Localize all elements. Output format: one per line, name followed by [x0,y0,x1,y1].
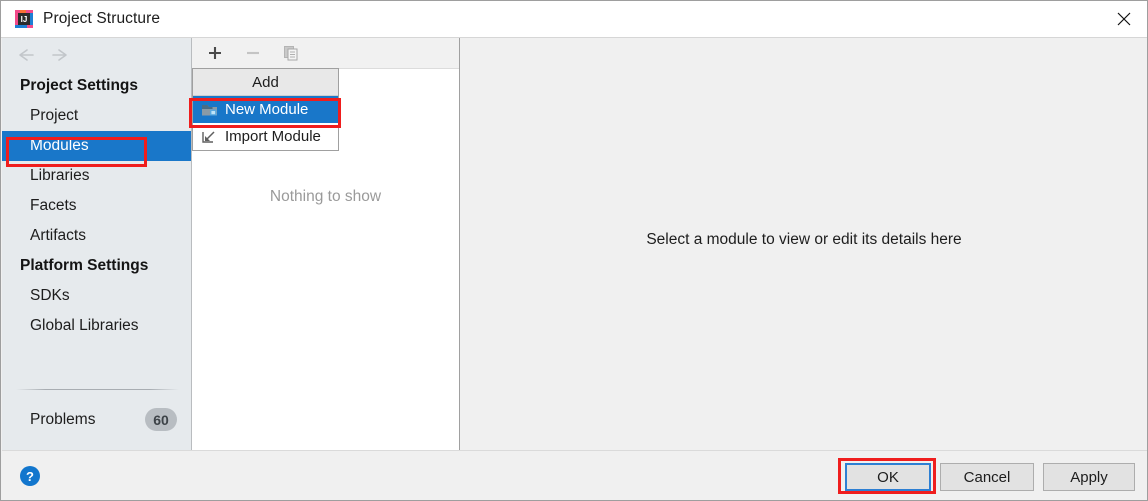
problems-label: Problems [30,411,96,428]
sidebar-divider [16,389,179,390]
dialog-footer: ? OK Cancel Apply [2,450,1147,500]
sidebar-item-problems[interactable]: Problems 60 [2,404,191,436]
empty-state-label: Nothing to show [269,188,382,205]
help-circle-icon[interactable]: ? [19,465,41,487]
copy-icon [279,41,303,65]
sidebar-group-platform-settings: Platform Settings [20,257,149,274]
intellij-idea-logo-icon: IJ [14,9,34,29]
sidebar-item-modules[interactable]: Modules [2,131,191,161]
menu-item-import-module[interactable]: Import Module [193,123,338,150]
sidebar-navigation [2,38,191,71]
add-menu-title: Add [193,69,338,96]
project-structure-dialog: IJ Project Structure Project Settings Pr… [0,0,1148,501]
settings-sidebar: Project Settings Project Modules Librari… [2,38,192,450]
menu-item-new-module[interactable]: New Module [193,96,338,123]
arrow-left-icon[interactable] [12,45,36,65]
plus-icon[interactable] [203,41,227,65]
apply-button[interactable]: Apply [1043,463,1135,491]
module-folder-icon [200,101,218,119]
arrow-right-icon[interactable] [50,45,74,65]
sidebar-item-facets[interactable]: Facets [2,191,191,221]
title-bar: IJ Project Structure [1,1,1147,38]
page-title: Project Structure [43,10,161,27]
sidebar-group-project-settings: Project Settings [20,77,138,94]
menu-item-label: New Module [225,101,309,118]
ok-button[interactable]: OK [845,463,931,491]
svg-text:IJ: IJ [21,15,28,24]
sidebar-item-artifacts[interactable]: Artifacts [2,221,191,251]
sidebar-item-global-libraries[interactable]: Global Libraries [2,311,191,341]
module-detail-panel: Select a module to view or edit its deta… [461,38,1147,450]
close-icon[interactable] [1101,1,1147,37]
sidebar-item-sdks[interactable]: SDKs [2,281,191,311]
modules-toolbar [192,38,459,69]
sidebar-item-libraries[interactable]: Libraries [2,161,191,191]
minus-icon [241,41,265,65]
menu-item-label: Import Module [225,128,321,145]
svg-text:?: ? [26,469,34,484]
add-dropdown-menu: Add New Module Import Module [192,68,339,151]
detail-placeholder-text: Select a module to view or edit its deta… [646,231,962,248]
sidebar-item-project[interactable]: Project [2,101,191,131]
import-arrow-icon [200,128,218,146]
cancel-button[interactable]: Cancel [940,463,1034,491]
problems-count-badge: 60 [145,408,177,431]
